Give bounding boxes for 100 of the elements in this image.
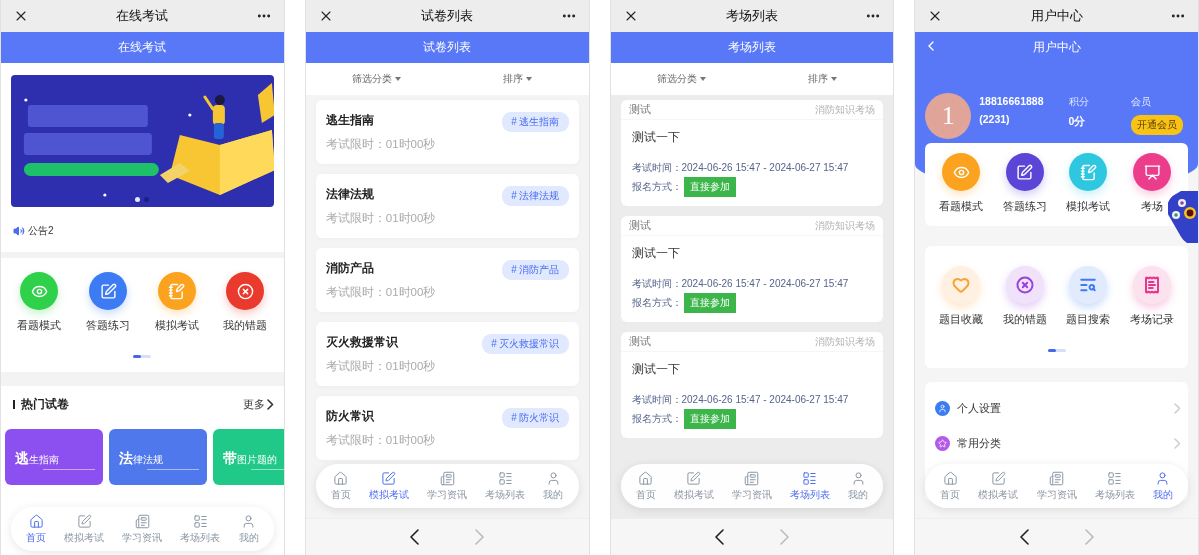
tab-item[interactable]: 首页 (940, 470, 961, 502)
shortcut-label: 看题模式 (17, 318, 62, 333)
member-button[interactable]: 开通会员 (1131, 115, 1184, 135)
tool-button[interactable] (1133, 153, 1172, 191)
paper-title: 防火常识 (325, 408, 375, 425)
edit-icon (381, 470, 397, 486)
tab-item[interactable]: 考场列表 (180, 513, 221, 545)
back-button[interactable] (410, 529, 420, 545)
tab-item[interactable]: 学习资讯 (1036, 470, 1077, 502)
tool-button[interactable] (1005, 266, 1044, 304)
tool-label: 考场 (1141, 199, 1164, 214)
menu-label: 个人设置 (957, 401, 1003, 416)
menu-item[interactable]: 常用分类 (925, 426, 1188, 461)
edit-icon (686, 470, 702, 486)
tool-button[interactable] (1133, 266, 1172, 304)
points-value: 0分 (1068, 115, 1087, 129)
home-icon (942, 470, 958, 486)
venue-card[interactable]: 测试 消防知识考场 测试一下 考试时间：2024-06-26 15:47 - 2024-06-27 15:47 报名方式： 直接参加 (620, 332, 884, 438)
tab-item[interactable]: 考场列表 (485, 470, 526, 502)
tab-item[interactable]: 学习资讯 (122, 513, 163, 545)
tool-label: 题目收藏 (939, 312, 984, 327)
header-title: 用户中心 (1032, 39, 1081, 56)
user-icon (241, 513, 257, 529)
header-title: 考场列表 (727, 39, 776, 56)
signup-badge: 直接参加 (683, 177, 736, 197)
edit-icon (1016, 163, 1034, 181)
filter-dropdown[interactable]: 筛选分类 (305, 63, 448, 95)
carousel-dot[interactable] (144, 197, 150, 202)
tab-item[interactable]: 首页 (330, 470, 351, 502)
chevron-left-icon (410, 529, 420, 545)
exam-time: 考试时间：2024-06-26 15:47 - 2024-06-27 15:47 (631, 393, 850, 407)
tab-item[interactable]: 首页 (635, 470, 656, 502)
caret-icon (699, 77, 706, 81)
tab-item[interactable]: 模拟考试 (368, 470, 409, 502)
tab-item[interactable]: 我的 (238, 513, 259, 545)
tool-label: 考场记录 (1130, 312, 1175, 327)
notice-text: 公告2 (28, 224, 54, 238)
edit-icon (990, 470, 1006, 486)
paper-card[interactable]: 逃生指南 (5, 429, 103, 485)
paper-card[interactable]: 防火常识 考试限时：01时00秒 # 防火常识 (315, 396, 579, 460)
category-text: 测试 (628, 102, 651, 117)
venue-name: 消防知识考场 (815, 334, 876, 349)
signup-label: 报名方式： (631, 180, 682, 194)
category-tag: # 灭火救援常识 (482, 334, 569, 354)
tab-item[interactable]: 考场列表 (1094, 470, 1135, 502)
tab-item[interactable]: 模拟考试 (978, 470, 1019, 502)
page-title: 用户中心 (1030, 7, 1083, 25)
speaker-icon (13, 225, 25, 237)
shortcut-button[interactable] (226, 272, 265, 310)
paper-title: 逃生指南 (325, 112, 375, 129)
tab-item[interactable]: 模拟考试 (673, 470, 714, 502)
carousel-dot[interactable] (135, 197, 141, 202)
filter-dropdown[interactable]: 排序 (447, 63, 589, 95)
menu-item[interactable]: 个人设置 (925, 391, 1188, 426)
member-label: 会员 (1131, 95, 1153, 109)
exam-title: 测试一下 (631, 129, 681, 146)
shortcut-label: 答题练习 (86, 318, 131, 333)
phone-number: 18816661888 (979, 95, 1045, 107)
tool-label: 模拟考试 (1066, 199, 1111, 214)
tool-button[interactable] (1069, 266, 1108, 304)
paper-name: 生指南 (29, 454, 59, 465)
page-title: 试卷列表 (421, 7, 474, 25)
tool-button[interactable] (1005, 153, 1044, 191)
signup-badge: 直接参加 (683, 293, 736, 313)
tab-item[interactable]: 首页 (26, 513, 47, 545)
menu-label: 常用分类 (957, 436, 1003, 451)
back-button[interactable] (714, 529, 724, 545)
paper-card[interactable]: 法律法规 考试限时：01时00秒 # 法律法规 (315, 174, 579, 238)
tab-item[interactable]: 我的 (848, 470, 869, 502)
back-button[interactable] (1019, 529, 1029, 545)
time-limit: 考试限时：01时00秒 (325, 211, 436, 226)
filter-dropdown[interactable]: 排序 (751, 63, 894, 95)
tab-item[interactable]: 我的 (543, 470, 564, 502)
tab-item[interactable]: 学习资讯 (731, 470, 772, 502)
paper-initial: 法 (119, 450, 133, 466)
tab-item[interactable]: 模拟考试 (64, 513, 105, 545)
edit-icon (76, 513, 92, 529)
venue-card[interactable]: 测试 消防知识考场 测试一下 考试时间：2024-06-26 15:47 - 2024-06-27 15:47 报名方式： 直接参加 (620, 216, 884, 322)
paper-initial: 带 (223, 450, 237, 466)
newspaper-icon (744, 470, 760, 486)
more-link[interactable]: 更多 (243, 397, 274, 412)
tab-item[interactable]: 考场列表 (790, 470, 830, 502)
time-limit: 考试限时：01时00秒 (325, 359, 436, 374)
paper-card[interactable]: 灭火救援常识 考试限时：01时00秒 # 灭火救援常识 (315, 322, 579, 386)
cross-icon (236, 282, 254, 300)
category-tag: # 法律法规 (502, 186, 569, 206)
paper-card[interactable]: 消防产品 考试限时：01时00秒 # 消防产品 (315, 248, 579, 312)
tool-label: 答题练习 (1002, 199, 1047, 214)
tab-item[interactable]: 我的 (1152, 470, 1173, 502)
paper-card[interactable]: 法律法规 (109, 429, 207, 485)
chevron-left-icon (714, 529, 724, 545)
chevron-right-icon (779, 529, 789, 545)
paper-card[interactable]: 逃生指南 考试限时：01时00秒 # 逃生指南 (315, 100, 579, 164)
tab-item[interactable]: 学习资讯 (427, 470, 468, 502)
home-icon (333, 470, 349, 486)
exam-title: 测试一下 (631, 245, 681, 262)
signup-label: 报名方式： (631, 412, 682, 426)
filter-dropdown[interactable]: 筛选分类 (610, 63, 752, 95)
venue-card[interactable]: 测试 消防知识考场 测试一下 考试时间：2024-06-26 15:47 - 2024-06-27 15:47 报名方式： 直接参加 (620, 100, 884, 206)
shortcut-button[interactable] (89, 272, 128, 310)
